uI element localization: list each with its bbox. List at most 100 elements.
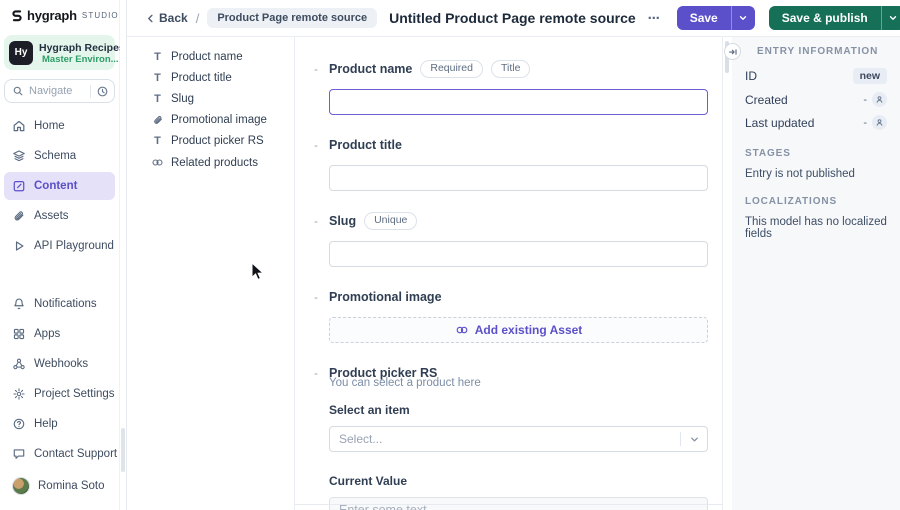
chevron-down-icon[interactable] <box>681 434 707 445</box>
collapse-panel-button[interactable] <box>724 43 741 60</box>
row-value-text: - <box>863 93 867 106</box>
sidebar: hygraph STUDIO ⋯ Hy Hygraph Recipes ... … <box>0 0 136 510</box>
user-name: Romina Soto <box>38 480 105 492</box>
chevron-left-icon <box>148 14 153 22</box>
row-label: Last updated <box>745 115 815 130</box>
add-existing-asset-button[interactable]: Add existing Asset <box>329 317 708 343</box>
product-select-dropdown[interactable]: Select... <box>329 426 708 452</box>
field-slug: - Slug Unique <box>314 212 708 267</box>
field-list-item-product-title[interactable]: T Product title <box>151 72 288 84</box>
collapse-right-icon <box>728 48 737 55</box>
entry-information-title: ENTRY INFORMATION <box>757 46 879 57</box>
save-label[interactable]: Save <box>677 6 731 30</box>
sidebar-item-label: Schema <box>34 150 77 162</box>
person-icon <box>872 115 887 130</box>
environment-name: Master Environ... <box>42 54 119 65</box>
field-list-item-product-name[interactable]: T Product name <box>151 51 288 63</box>
sidebar-item-apps[interactable]: Apps <box>4 320 115 348</box>
drag-handle-icon[interactable]: - <box>314 214 318 228</box>
field-label-row: Product name Required Title <box>329 60 708 78</box>
body-region: T Product name T Product title T Slug Pr… <box>127 37 900 510</box>
recent-history-button[interactable] <box>90 84 109 98</box>
save-publish-dropdown-button[interactable] <box>882 6 900 30</box>
editor-bottom-divider <box>295 504 722 505</box>
field-product-picker-rs: - Product picker RS You can select a pro… <box>314 365 708 510</box>
workspace-meta: Hygraph Recipes ... Master Environ... <box>39 40 136 65</box>
product-title-input[interactable] <box>329 165 708 191</box>
sidebar-item-assets[interactable]: Assets <box>4 202 115 230</box>
entry-more-menu[interactable]: ⋯ <box>648 11 661 25</box>
search-input[interactable] <box>29 85 85 97</box>
row-value-text: - <box>863 116 867 129</box>
field-label: Promotional image <box>329 290 442 304</box>
sidebar-item-help[interactable]: Help <box>4 410 115 438</box>
drag-handle-icon[interactable]: - <box>314 62 318 76</box>
select-an-item-label: Select an item <box>329 403 410 417</box>
field-label: Slug <box>329 214 357 228</box>
row-label: Created <box>745 92 788 107</box>
drag-handle-icon[interactable]: - <box>314 290 318 304</box>
entry-title: Untitled Product Page remote source <box>389 10 636 26</box>
sidebar-item-contact-support[interactable]: Contact Support <box>4 440 117 468</box>
stages-title: STAGES <box>745 148 791 159</box>
sidebar-item-content[interactable]: Content <box>4 172 115 200</box>
back-button[interactable]: Back <box>145 11 188 25</box>
webhooks-icon <box>13 358 25 370</box>
entry-info-row-created: Created - <box>745 92 887 107</box>
sidebar-item-label: API Playground <box>34 240 114 252</box>
app-window: hygraph STUDIO ⋯ Hy Hygraph Recipes ... … <box>0 0 900 510</box>
text-field-icon: T <box>154 72 161 84</box>
field-list-label: Related products <box>171 156 258 169</box>
top-bar: Back / Product Page remote source Untitl… <box>127 0 900 37</box>
sidebar-item-home[interactable]: Home <box>4 112 115 140</box>
localizations-title: LOCALIZATIONS <box>745 196 838 207</box>
product-name-input[interactable] <box>329 89 708 115</box>
environment-row: Master Environ... <box>39 54 119 65</box>
play-icon <box>15 241 24 251</box>
sidebar-item-label: Apps <box>34 328 61 340</box>
save-publish-label[interactable]: Save & publish <box>769 6 881 30</box>
sidebar-scroll-gutter <box>120 0 127 510</box>
back-label: Back <box>159 11 188 25</box>
field-list-item-related-products[interactable]: Related products <box>151 156 288 169</box>
unique-badge: Unique <box>364 212 418 230</box>
slug-input[interactable] <box>329 241 708 267</box>
workspace-switcher[interactable]: Hy Hygraph Recipes ... Master Environ... <box>4 35 136 70</box>
sidebar-scrollbar-thumb[interactable] <box>121 428 125 472</box>
save-button[interactable]: Save <box>676 6 755 30</box>
layers-icon <box>13 150 25 162</box>
field-list-item-slug[interactable]: T Slug <box>151 93 288 105</box>
save-publish-button[interactable]: Save & publish <box>768 6 900 30</box>
workspace-avatar: Hy <box>9 40 33 65</box>
field-list-item-product-picker-rs[interactable]: T Product picker RS <box>151 135 288 147</box>
add-existing-asset-label: Add existing Asset <box>474 323 583 337</box>
sidebar-item-notifications[interactable]: Notifications <box>4 290 115 318</box>
user-avatar <box>12 477 30 495</box>
link-icon <box>456 326 468 334</box>
hygraph-logo-icon <box>10 9 24 23</box>
sidebar-item-project-settings[interactable]: Project Settings <box>4 380 115 408</box>
field-label: Product title <box>329 138 402 152</box>
model-chip[interactable]: Product Page remote source <box>207 8 378 28</box>
required-badge: Required <box>420 60 483 78</box>
sidebar-item-api-playground[interactable]: API Playground <box>4 232 115 260</box>
navigate-search[interactable] <box>4 79 115 103</box>
brand-suffix: STUDIO <box>81 11 119 20</box>
sidebar-bottom-nav: Notifications Apps Webhooks Project Sett… <box>0 290 119 510</box>
field-list-label: Slug <box>171 93 195 105</box>
breadcrumb-separator: / <box>195 10 200 26</box>
brand-name: hygraph <box>27 8 77 23</box>
drag-handle-icon[interactable]: - <box>314 138 318 152</box>
paperclip-icon <box>151 114 164 126</box>
field-list-item-promotional-image[interactable]: Promotional image <box>151 114 288 126</box>
row-value: new <box>852 68 887 84</box>
sidebar-item-webhooks[interactable]: Webhooks <box>4 350 115 378</box>
sidebar-item-user-profile[interactable]: Romina Soto <box>4 470 115 502</box>
localizations-status: This model has no localized fields <box>745 216 887 240</box>
sidebar-item-schema[interactable]: Schema <box>4 142 115 170</box>
current-value-label: Current Value <box>329 474 408 488</box>
drag-handle-icon[interactable]: - <box>314 366 318 380</box>
save-dropdown-button[interactable] <box>732 6 755 30</box>
home-icon <box>13 120 25 132</box>
